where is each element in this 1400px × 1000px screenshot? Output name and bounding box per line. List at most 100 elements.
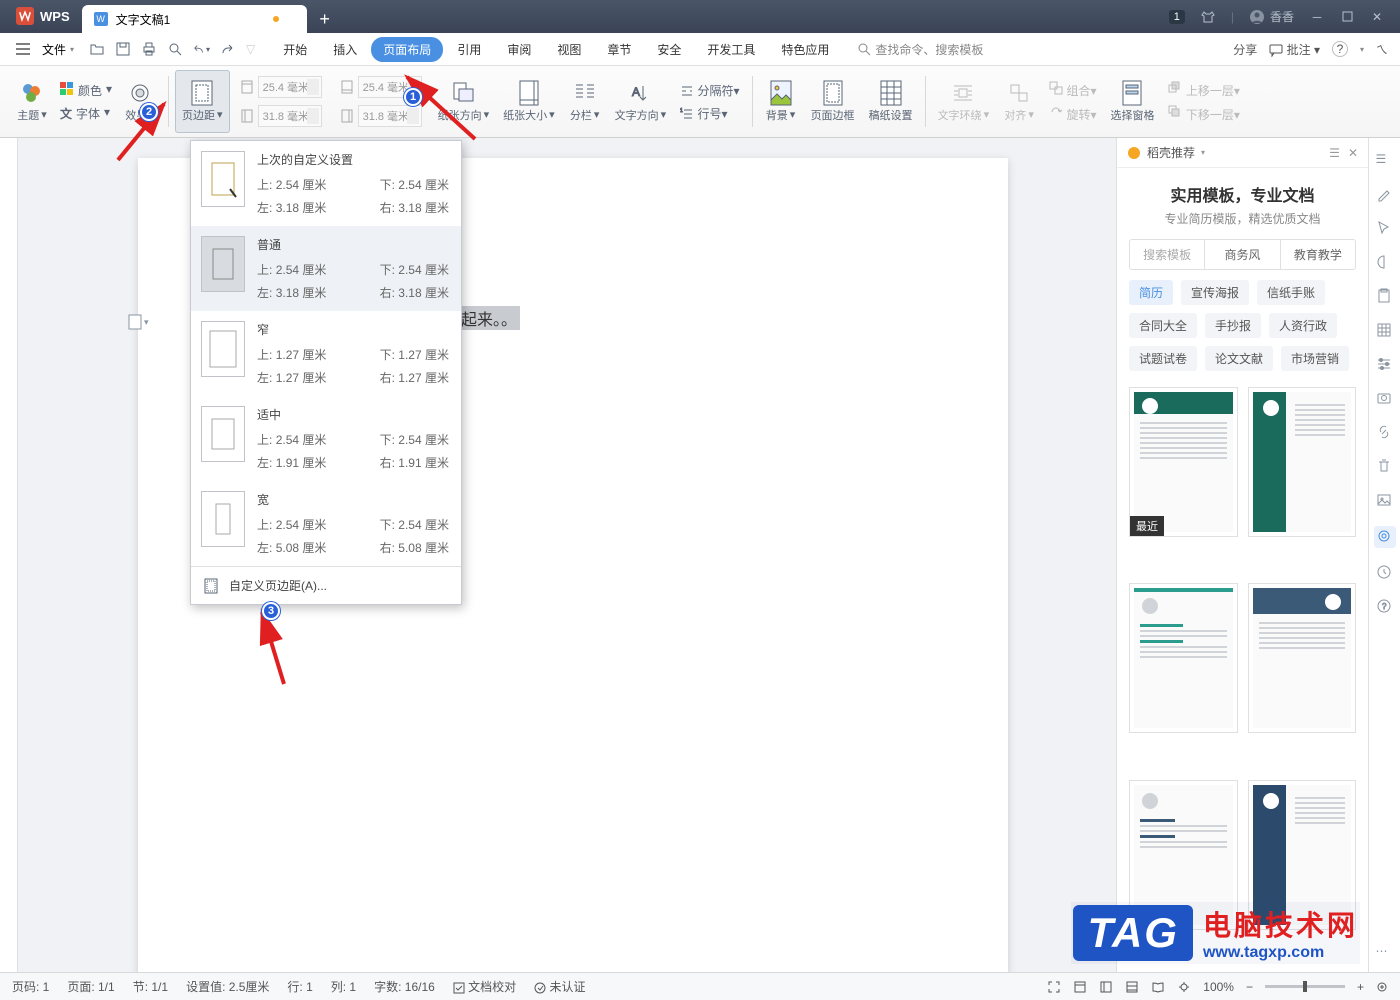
tab-devtools[interactable]: 开发工具 [695, 37, 767, 62]
rail-image-icon[interactable] [1376, 492, 1394, 510]
margin-preset-wide[interactable]: 宽 上: 2.54 厘米下: 2.54 厘米 左: 5.08 厘米右: 5.08… [191, 481, 461, 566]
tab-review[interactable]: 审阅 [495, 37, 543, 62]
user-menu[interactable]: 香香 [1250, 8, 1294, 25]
document-area[interactable]: ▾ 起来。。 上次的自定义设置 上: 2.54 厘米下: 2.54 厘米 左: … [18, 138, 1116, 972]
template-item[interactable] [1129, 583, 1238, 733]
custom-margins-button[interactable]: 自定义页边距(A)... [191, 566, 461, 604]
view-web-icon[interactable] [1125, 980, 1139, 994]
rail-trash-icon[interactable] [1376, 458, 1394, 476]
status-expand-icon[interactable] [1376, 981, 1388, 993]
breaks-dropdown[interactable]: 分隔符▾ [680, 82, 739, 99]
help-button[interactable]: ? [1332, 41, 1348, 57]
undo-icon[interactable]: ▾ [192, 40, 210, 58]
rail-clipboard-icon[interactable] [1376, 288, 1394, 306]
zoom-value[interactable]: 100% [1203, 980, 1234, 994]
view-print-icon[interactable] [1073, 980, 1087, 994]
maximize-button[interactable] [1340, 10, 1354, 24]
zoom-fit-icon[interactable] [1177, 980, 1191, 994]
panel-tab-business[interactable]: 商务风 [1204, 240, 1279, 269]
tag-handwritten[interactable]: 手抄报 [1205, 313, 1261, 338]
collapse-ribbon-icon[interactable]: ㄟ [1376, 41, 1388, 58]
tag-thesis[interactable]: 论文文献 [1205, 346, 1273, 371]
print-preview-icon[interactable] [166, 40, 184, 58]
status-page[interactable]: 页面: 1/1 [67, 978, 114, 995]
selectionpane-button[interactable]: 选择窗格 [1104, 70, 1160, 133]
tab-view[interactable]: 视图 [545, 37, 593, 62]
margin-preset-normal[interactable]: 普通 上: 2.54 厘米下: 2.54 厘米 左: 3.18 厘米右: 3.1… [191, 226, 461, 311]
tag-contract[interactable]: 合同大全 [1129, 313, 1197, 338]
tab-references[interactable]: 引用 [445, 37, 493, 62]
tag-hr[interactable]: 人资行政 [1269, 313, 1337, 338]
save-icon[interactable] [114, 40, 132, 58]
notification-badge[interactable]: 1 [1169, 10, 1185, 24]
theme-button[interactable]: 主题▾ [10, 70, 54, 133]
share-button[interactable]: 分享 [1233, 41, 1257, 58]
template-item[interactable] [1248, 387, 1357, 537]
view-outline-icon[interactable] [1099, 980, 1113, 994]
file-menu[interactable]: 文件▾ [38, 39, 78, 60]
skin-icon[interactable] [1201, 10, 1215, 24]
rail-camera-icon[interactable] [1376, 390, 1394, 408]
tab-page-layout[interactable]: 页面布局 [371, 37, 443, 62]
tab-start[interactable]: 开始 [271, 37, 319, 62]
rail-collapse-icon[interactable]: ☰ [1376, 152, 1394, 170]
status-verify[interactable]: 未认证 [534, 978, 585, 995]
annotate-button[interactable]: 批注 ▾ [1269, 41, 1320, 58]
document-tab[interactable]: W 文字文稿1 [82, 5, 307, 33]
tag-exam[interactable]: 试题试卷 [1129, 346, 1197, 371]
tab-insert[interactable]: 插入 [321, 37, 369, 62]
tab-special[interactable]: 特色应用 [769, 37, 841, 62]
rail-table-icon[interactable] [1376, 322, 1394, 340]
margin-left-spinner[interactable]: 31.8 毫米 [240, 104, 322, 130]
rail-shape-icon[interactable] [1376, 254, 1394, 272]
tag-resume[interactable]: 简历 [1129, 280, 1173, 305]
view-read-icon[interactable] [1151, 980, 1165, 994]
tab-section[interactable]: 章节 [595, 37, 643, 62]
close-button[interactable]: ✕ [1370, 10, 1384, 24]
pageborder-button[interactable]: 页面边框 [805, 70, 861, 133]
rail-pencil-icon[interactable] [1376, 186, 1394, 204]
template-item[interactable] [1248, 583, 1357, 733]
template-item[interactable]: 最近 [1129, 387, 1238, 537]
color-dropdown[interactable]: 颜色▾ [60, 82, 112, 99]
zoom-in-button[interactable]: + [1357, 980, 1364, 994]
margin-preset-narrow[interactable]: 窄 上: 1.27 厘米下: 1.27 厘米 左: 1.27 厘米右: 1.27… [191, 311, 461, 396]
print-icon[interactable] [140, 40, 158, 58]
tab-security[interactable]: 安全 [645, 37, 693, 62]
rail-help-icon[interactable]: ? [1376, 598, 1394, 616]
tag-letterpaper[interactable]: 信纸手账 [1257, 280, 1325, 305]
rail-docer-icon[interactable] [1374, 526, 1396, 548]
panel-tab-education[interactable]: 教育教学 [1280, 240, 1355, 269]
panel-tab-search[interactable]: 搜索模板 [1130, 240, 1204, 269]
rail-more-icon[interactable]: ⋯ [1376, 944, 1394, 962]
margin-preset-last-custom[interactable]: 上次的自定义设置 上: 2.54 厘米下: 2.54 厘米 左: 3.18 厘米… [191, 141, 461, 226]
panel-menu-icon[interactable]: ☰ [1329, 146, 1340, 160]
open-icon[interactable] [88, 40, 106, 58]
tag-poster[interactable]: 宣传海报 [1181, 280, 1249, 305]
status-spellcheck[interactable]: 文档校对 [453, 978, 516, 995]
zoom-slider[interactable] [1265, 985, 1345, 988]
zoom-out-button[interactable]: − [1246, 980, 1253, 994]
status-chars[interactable]: 字数: 16/16 [374, 978, 435, 995]
minimize-button[interactable]: ─ [1310, 10, 1324, 24]
rail-link-icon[interactable] [1376, 424, 1394, 442]
margin-right-spinner[interactable]: 31.8 毫米 [340, 104, 422, 130]
font-dropdown[interactable]: 文字体▾ [60, 105, 112, 122]
tag-marketing[interactable]: 市场营销 [1281, 346, 1349, 371]
redo-icon[interactable] [218, 40, 236, 58]
rail-settings-icon[interactable] [1376, 356, 1394, 374]
lineno-dropdown[interactable]: 1 行号▾ [680, 105, 739, 122]
status-pageno[interactable]: 页码: 1 [12, 978, 49, 995]
effect-button[interactable]: 效果▾ [118, 70, 162, 133]
status-section[interactable]: 节: 1/1 [133, 978, 168, 995]
rail-select-icon[interactable] [1376, 220, 1394, 238]
orientation-button[interactable]: 纸张方向▾ [432, 70, 496, 133]
hamburger-icon[interactable] [12, 41, 34, 57]
command-search[interactable]: 查找命令、搜索模板 [857, 41, 983, 58]
panel-close-icon[interactable]: ✕ [1348, 146, 1358, 160]
nav-panel-icon[interactable]: ▾ [128, 314, 149, 330]
view-fullscreen-icon[interactable] [1047, 980, 1061, 994]
new-tab-button[interactable]: + [311, 5, 339, 33]
margins-button[interactable]: 页边距▾ [175, 70, 230, 133]
textdir-button[interactable]: A文字方向▾ [609, 70, 673, 133]
